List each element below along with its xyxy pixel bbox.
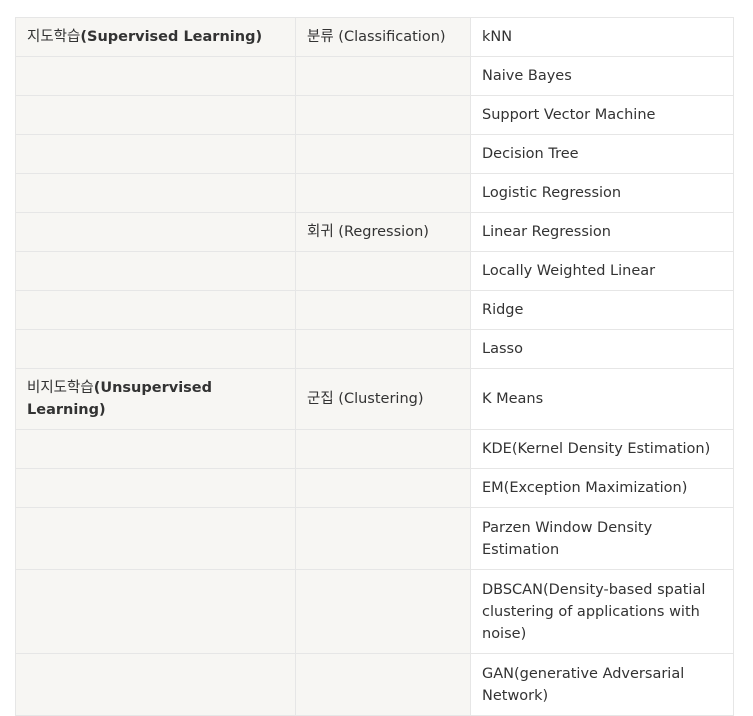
learning-type-cell (15, 95, 296, 135)
learning-type-cell (15, 653, 296, 716)
algorithm-cell: Locally Weighted Linear (470, 251, 734, 291)
task-type-cell (295, 329, 471, 369)
learning-type-cell (15, 56, 296, 96)
ml-algorithm-table-container: 지도학습(Supervised Learning) 분류 (Classifica… (15, 17, 734, 716)
learning-type-cell (15, 329, 296, 369)
algorithm-cell: KDE(Kernel Density Estimation) (470, 429, 734, 469)
table-row: Locally Weighted Linear (15, 251, 734, 291)
task-type-cell (295, 95, 471, 135)
learning-type-cell (15, 212, 296, 252)
algorithm-cell: Naive Bayes (470, 56, 734, 96)
table-row: EM(Exception Maximization) (15, 468, 734, 508)
task-type-cell (295, 134, 471, 174)
table-row: Logistic Regression (15, 173, 734, 213)
table-row: 회귀 (Regression) Linear Regression (15, 212, 734, 252)
table-row: Decision Tree (15, 134, 734, 174)
algorithm-cell: Ridge (470, 290, 734, 330)
task-type-cell (295, 507, 471, 570)
learning-type-cell (15, 569, 296, 654)
learning-type-korean: 비지도학습 (27, 380, 94, 396)
algorithm-cell: kNN (470, 17, 734, 57)
learning-type-cell (15, 134, 296, 174)
table-row: Ridge (15, 290, 734, 330)
learning-type-cell (15, 290, 296, 330)
table-row: Naive Bayes (15, 56, 734, 96)
task-type-cell: 군집 (Clustering) (295, 368, 471, 430)
task-type-cell (295, 653, 471, 716)
learning-type-cell (15, 468, 296, 508)
table-row: DBSCAN(Density-based spatial clustering … (15, 569, 734, 654)
task-type-cell (295, 251, 471, 291)
table-row: 지도학습(Supervised Learning) 분류 (Classifica… (15, 17, 734, 57)
table-row: KDE(Kernel Density Estimation) (15, 429, 734, 469)
algorithm-cell: Decision Tree (470, 134, 734, 174)
algorithm-cell: K Means (470, 368, 734, 430)
task-type-cell (295, 468, 471, 508)
learning-type-cell: 지도학습(Supervised Learning) (15, 17, 296, 57)
task-type-cell (295, 56, 471, 96)
algorithm-cell: Parzen Window Density Estimation (470, 507, 734, 570)
algorithm-cell: DBSCAN(Density-based spatial clustering … (470, 569, 734, 654)
learning-type-cell (15, 173, 296, 213)
algorithm-cell: GAN(generative Adversarial Network) (470, 653, 734, 716)
table-row: Support Vector Machine (15, 95, 734, 135)
table-row: GAN(generative Adversarial Network) (15, 653, 734, 716)
ml-algorithm-table: 지도학습(Supervised Learning) 분류 (Classifica… (15, 17, 734, 716)
algorithm-cell: Logistic Regression (470, 173, 734, 213)
task-type-cell (295, 173, 471, 213)
task-type-cell: 분류 (Classification) (295, 17, 471, 57)
learning-type-cell (15, 251, 296, 291)
learning-type-cell: 비지도학습(Unsupervised Learning) (15, 368, 296, 430)
table-row: Lasso (15, 329, 734, 369)
table-row: Parzen Window Density Estimation (15, 507, 734, 570)
algorithm-cell: Support Vector Machine (470, 95, 734, 135)
task-type-cell: 회귀 (Regression) (295, 212, 471, 252)
task-type-cell (295, 569, 471, 654)
table-row: 비지도학습(Unsupervised Learning) 군집 (Cluster… (15, 368, 734, 430)
algorithm-cell: Lasso (470, 329, 734, 369)
learning-type-cell (15, 507, 296, 570)
algorithm-cell: Linear Regression (470, 212, 734, 252)
task-type-cell (295, 290, 471, 330)
learning-type-cell (15, 429, 296, 469)
algorithm-cell: EM(Exception Maximization) (470, 468, 734, 508)
learning-type-korean: 지도학습 (27, 29, 81, 45)
task-type-cell (295, 429, 471, 469)
learning-type-english: (Supervised Learning) (80, 29, 263, 45)
